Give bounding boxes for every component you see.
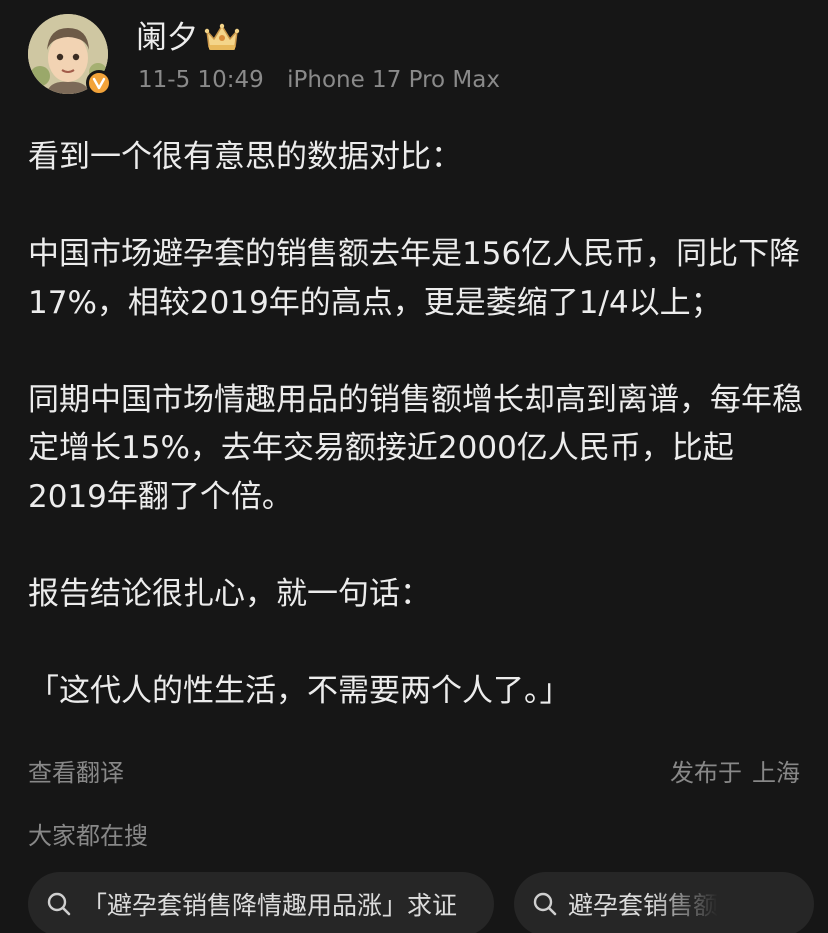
crown-icon[interactable] xyxy=(203,21,241,53)
post-location: 发布于 上海 xyxy=(670,757,800,789)
search-icon xyxy=(47,892,71,916)
search-icon xyxy=(533,892,557,916)
search-chip[interactable]: 避孕套销售额 xyxy=(514,872,814,933)
post-body: 看到一个很有意思的数据对比： 中国市场避孕套的销售额去年是156亿人民币，同比下… xyxy=(28,133,808,715)
post-paragraph: 看到一个很有意思的数据对比： xyxy=(28,139,462,175)
username[interactable]: 阑夕 xyxy=(136,18,198,58)
post-paragraph: 「这代人的性生活，不需要两个人了。」 xyxy=(28,672,571,709)
post-device: iPhone 17 Pro Max xyxy=(287,67,500,93)
post-timestamp: 11-5 10:49 xyxy=(138,67,264,93)
search-chip[interactable]: 「避孕套销售降情趣用品涨」求证 xyxy=(28,872,494,933)
location-prefix: 发布于 xyxy=(670,759,742,787)
trending-search-heading: 大家都在搜 xyxy=(28,822,148,850)
post-paragraph: 报告结论很扎心，就一句话： xyxy=(28,575,431,612)
location-name: 上海 xyxy=(752,759,800,787)
post-paragraph: 中国市场避孕套的销售额去年是156亿人民币，同比下降17%，相较2019年的高点… xyxy=(28,236,801,321)
search-chip-label: 「避孕套销售降情趣用品涨」求证 xyxy=(82,891,458,920)
translate-link[interactable]: 查看翻译 xyxy=(28,757,124,789)
verified-badge-icon xyxy=(86,70,112,96)
search-chip-label: 避孕套销售额 xyxy=(568,891,719,920)
post-meta: 11-5 10:49 iPhone 17 Pro Max xyxy=(138,65,500,95)
post-paragraph: 同期中国市场情趣用品的销售额增长却高到离谱，每年稳定增长15%，去年交易额接近2… xyxy=(28,381,803,515)
